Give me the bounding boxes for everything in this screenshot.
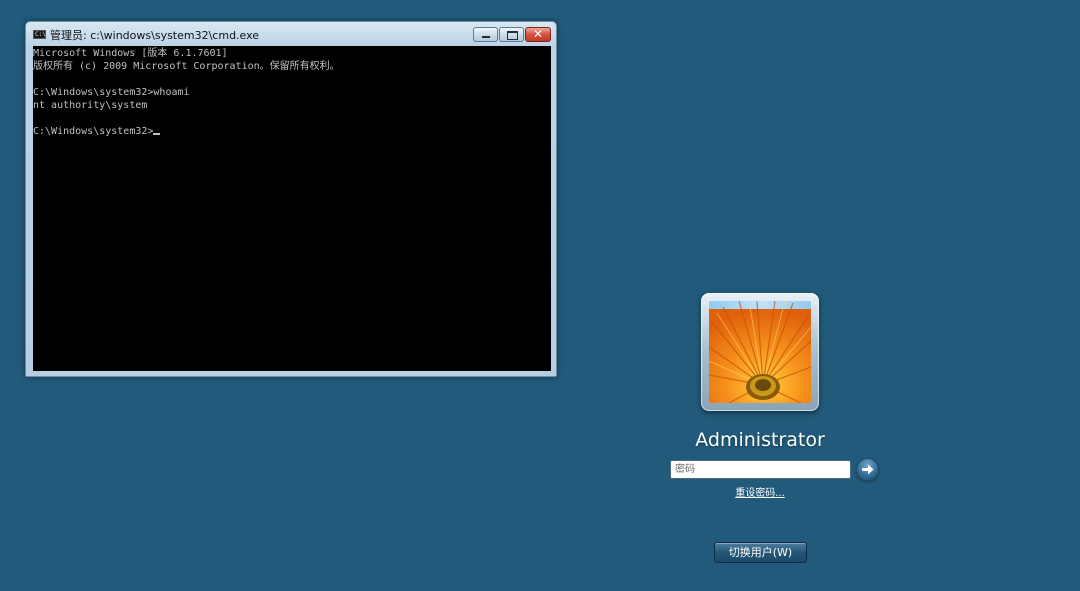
minimize-icon [482,36,490,38]
close-button[interactable]: ✕ [525,27,551,42]
submit-button[interactable] [856,458,879,481]
console-line: nt authority\system [33,100,148,111]
orange-flower-avatar [709,301,811,403]
password-input[interactable] [670,460,851,479]
cmd-window[interactable]: C:\ 管理员: c:\windows\system32\cmd.exe ✕ M… [25,21,557,377]
cmd-console-icon: C:\ [33,30,46,39]
avatar [701,293,819,411]
maximize-button[interactable] [499,27,524,42]
console-line: 版权所有 (c) 2009 Microsoft Corporation。保留所有… [33,61,340,72]
maximize-icon [507,31,518,40]
close-icon: ✕ [532,27,544,41]
window-title: 管理员: c:\windows\system32\cmd.exe [50,29,260,42]
console-prompt-line[interactable]: C:\Windows\system32> [33,125,551,138]
console-prompt: C:\Windows\system32> [33,126,154,137]
cmd-titlebar[interactable]: C:\ 管理员: c:\windows\system32\cmd.exe ✕ [26,22,556,46]
console-line: Microsoft Windows [版本 6.1.7601] [33,48,228,59]
text-cursor [153,133,161,135]
arrow-right-icon [862,464,874,475]
console-output[interactable]: Microsoft Windows [版本 6.1.7601] 版权所有 (c)… [33,46,551,371]
console-line: C:\Windows\system32>whoami [33,87,190,98]
switch-user-button[interactable]: 切换用户(W) [714,542,807,563]
minimize-button[interactable] [473,27,498,42]
username-label: Administrator [695,429,825,451]
reset-password-link[interactable]: 重设密码... [700,484,820,499]
